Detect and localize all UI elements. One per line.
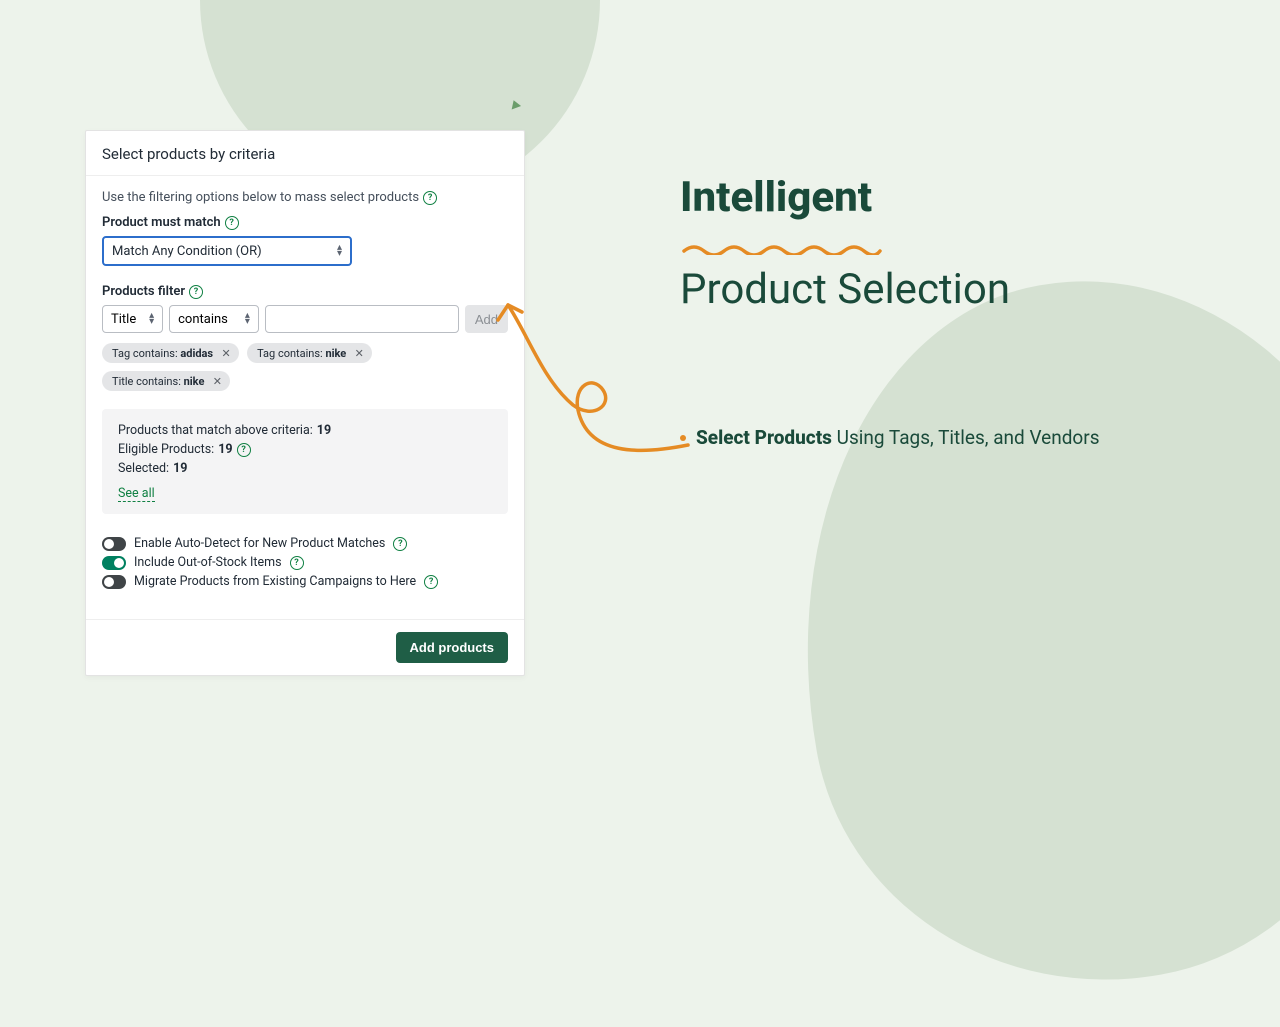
- intro-text: Use the filtering options below to mass …: [102, 190, 508, 205]
- chevron-updown-icon: ▴▾: [337, 245, 342, 257]
- migrate-toggle[interactable]: [102, 575, 126, 589]
- help-icon[interactable]: ?: [393, 537, 407, 551]
- chevron-updown-icon: ▴▾: [245, 313, 250, 325]
- squiggle-underline: [682, 241, 882, 255]
- hero-title-bold: Intelligent: [680, 175, 1100, 221]
- logo: [510, 100, 523, 111]
- add-products-button[interactable]: Add products: [396, 632, 509, 663]
- close-icon[interactable]: ✕: [352, 346, 366, 360]
- out-of-stock-toggle[interactable]: [102, 556, 126, 570]
- add-filter-button[interactable]: Add: [465, 305, 508, 333]
- intro-label: Use the filtering options below to mass …: [102, 190, 419, 205]
- hero-bullet: Select Products Using Tags, Titles, and …: [680, 424, 1100, 452]
- filter-chips: Tag contains: adidas ✕ Tag contains: nik…: [102, 343, 508, 391]
- stats-match: Products that match above criteria: 19: [118, 423, 492, 438]
- filter-operator-select[interactable]: contains ▴▾: [169, 305, 259, 333]
- auto-detect-toggle[interactable]: [102, 537, 126, 551]
- hero-copy: Intelligent Product Selection Select Pro…: [680, 175, 1100, 451]
- stats-eligible: Eligible Products: 19 ?: [118, 442, 492, 457]
- toggle-row-migrate: Migrate Products from Existing Campaigns…: [102, 574, 508, 589]
- close-icon[interactable]: ✕: [219, 346, 233, 360]
- filter-value-input[interactable]: [265, 305, 459, 333]
- hero-title-light: Product Selection: [680, 267, 1100, 313]
- chevron-updown-icon: ▴▾: [149, 313, 154, 325]
- filter-row: Title ▴▾ contains ▴▾ Add: [102, 305, 508, 333]
- stats-box: Products that match above criteria: 19 E…: [102, 409, 508, 514]
- match-condition-select[interactable]: Match Any Condition (OR) ▴▾: [102, 236, 352, 266]
- filter-chip: Title contains: nike ✕: [102, 371, 230, 391]
- see-all-link[interactable]: See all: [118, 486, 155, 502]
- match-label: Product must match ?: [102, 215, 508, 230]
- toggle-row-oos: Include Out-of-Stock Items ?: [102, 555, 508, 570]
- close-icon[interactable]: ✕: [210, 374, 224, 388]
- help-icon[interactable]: ?: [423, 191, 437, 205]
- toggle-row-auto-detect: Enable Auto-Detect for New Product Match…: [102, 536, 508, 551]
- filter-field-select[interactable]: Title ▴▾: [102, 305, 163, 333]
- card-title: Select products by criteria: [86, 131, 524, 176]
- filter-chip: Tag contains: adidas ✕: [102, 343, 239, 363]
- bullet-dot-icon: [680, 435, 686, 441]
- help-icon[interactable]: ?: [237, 443, 251, 457]
- help-icon[interactable]: ?: [290, 556, 304, 570]
- help-icon[interactable]: ?: [225, 216, 239, 230]
- help-icon[interactable]: ?: [424, 575, 438, 589]
- stats-selected: Selected: 19: [118, 461, 492, 476]
- filter-chip: Tag contains: nike ✕: [247, 343, 372, 363]
- criteria-card: Select products by criteria Use the filt…: [85, 130, 525, 676]
- help-icon[interactable]: ?: [189, 285, 203, 299]
- match-value: Match Any Condition (OR): [112, 244, 262, 259]
- filter-label: Products filter ?: [102, 284, 508, 299]
